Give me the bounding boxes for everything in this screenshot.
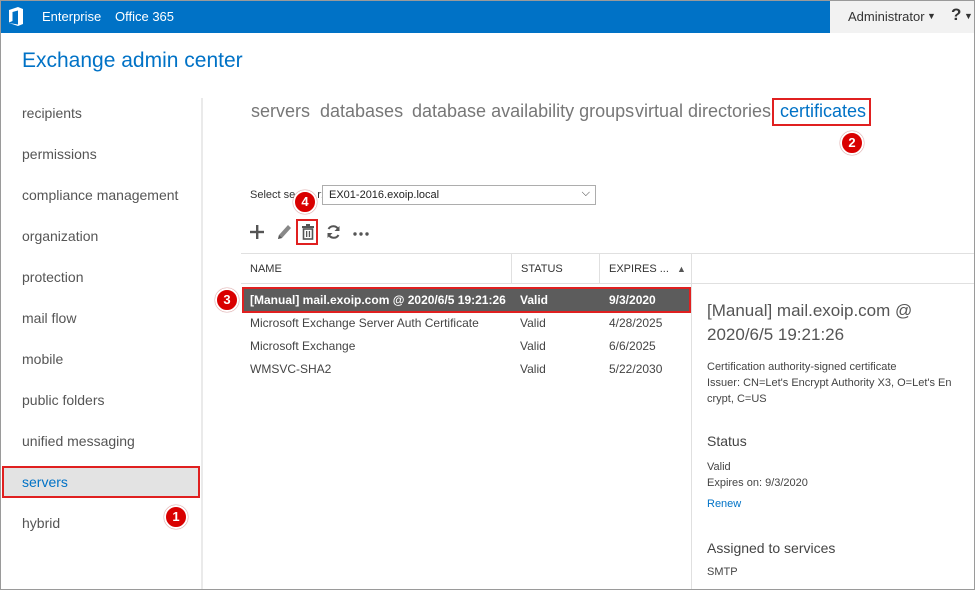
column-separator — [511, 254, 512, 284]
tab-certificates[interactable]: certificates — [780, 101, 866, 122]
annotation-badge-1: 1 — [164, 505, 188, 529]
chevron-down-icon[interactable]: ▼ — [964, 11, 973, 21]
cell-name: WMSVC-SHA2 — [250, 362, 332, 376]
sidebar-item-compliance-management[interactable]: compliance management — [22, 187, 178, 203]
table-row[interactable]: WMSVC-SHA2 Valid 5/22/2030 — [242, 358, 691, 380]
cell-name: Microsoft Exchange — [250, 339, 356, 353]
status-value: Valid — [707, 461, 731, 473]
tab-virtual-directories[interactable]: virtual directories — [635, 101, 771, 122]
cell-expires: 5/22/2030 — [609, 362, 663, 376]
issuer-text: crypt, C=US — [707, 393, 767, 405]
sidebar-item-hybrid[interactable]: hybrid — [22, 515, 60, 531]
top-bar: Enterprise Office 365 Administrator ▼ ? … — [0, 0, 975, 33]
edit-icon[interactable] — [275, 222, 292, 242]
delete-icon[interactable] — [299, 222, 317, 242]
details-title-line: 2020/6/5 19:21:26 — [707, 325, 845, 344]
sidebar-item-mobile[interactable]: mobile — [22, 351, 63, 367]
refresh-icon[interactable] — [325, 222, 342, 242]
sort-ascending-icon[interactable]: ▲ — [677, 264, 686, 274]
column-status[interactable]: STATUS — [521, 263, 563, 275]
table-row[interactable]: Microsoft Exchange Server Auth Certifica… — [242, 312, 691, 334]
cell-name: [Manual] mail.exoip.com @ 2020/6/5 19:21… — [250, 293, 506, 307]
column-separator — [691, 254, 692, 284]
certificate-type: Certification authority-signed certifica… — [707, 361, 897, 373]
sidebar-item-organization[interactable]: organization — [22, 228, 98, 244]
cell-expires: 6/6/2025 — [609, 339, 656, 353]
annotation-badge-4: 4 — [293, 190, 317, 214]
more-icon[interactable] — [352, 222, 370, 242]
server-select[interactable]: EX01-2016.exoip.local ⌵ — [322, 185, 596, 205]
annotation-badge-2: 2 — [840, 131, 864, 155]
sidebar-item-unified-messaging[interactable]: unified messaging — [22, 433, 135, 449]
sidebar-item-recipients[interactable]: recipients — [22, 105, 82, 121]
app-title: Exchange admin center — [22, 49, 243, 72]
sidebar-item-mail-flow[interactable]: mail flow — [22, 310, 76, 326]
details-divider — [691, 284, 692, 590]
user-menu[interactable]: Administrator — [848, 9, 925, 24]
tab-servers[interactable]: servers — [251, 101, 310, 122]
column-name[interactable]: NAME — [250, 263, 282, 275]
sidebar-divider — [201, 98, 203, 590]
office-logo-icon[interactable] — [8, 7, 24, 26]
sidebar-item-protection[interactable]: protection — [22, 269, 83, 285]
cell-status: Valid — [520, 339, 546, 353]
cell-status: Valid — [520, 316, 546, 330]
status-info: Valid Expires on: 9/3/2020 — [707, 459, 808, 491]
tab-database-availability-groups[interactable]: database availability groups — [412, 101, 634, 122]
details-title-line: [Manual] mail.exoip.com @ — [707, 301, 913, 320]
cell-status: Valid — [520, 293, 549, 307]
chevron-down-icon: ⌵ — [581, 187, 590, 199]
tab-office-365[interactable]: Office 365 — [115, 9, 174, 24]
details-title: [Manual] mail.exoip.com @ 2020/6/5 19:21… — [707, 299, 912, 347]
tab-databases[interactable]: databases — [320, 101, 403, 122]
add-icon[interactable] — [249, 222, 265, 242]
sidebar-item-servers[interactable]: servers — [22, 474, 68, 490]
annotation-badge-3: 3 — [215, 288, 239, 312]
chevron-down-icon[interactable]: ▼ — [927, 11, 936, 21]
user-area: Administrator ▼ ? ▼ — [830, 0, 975, 33]
table-row[interactable]: Microsoft Exchange Valid 6/6/2025 — [242, 335, 691, 357]
renew-link[interactable]: Renew — [707, 498, 741, 510]
cell-name: Microsoft Exchange Server Auth Certifica… — [250, 316, 479, 330]
issuer-text: Issuer: CN=Let's Encrypt Authority X3, O… — [707, 377, 952, 389]
table-row[interactable]: [Manual] mail.exoip.com @ 2020/6/5 19:21… — [242, 289, 691, 311]
sidebar-item-permissions[interactable]: permissions — [22, 146, 97, 162]
services-heading: Assigned to services — [707, 540, 836, 556]
cell-status: Valid — [520, 362, 546, 376]
cell-expires: 9/3/2020 — [609, 293, 656, 307]
services-value: SMTP — [707, 566, 738, 578]
status-heading: Status — [707, 433, 747, 449]
details-info: Certification authority-signed certifica… — [707, 359, 951, 407]
list-header: NAME STATUS EXPIRES ... ▲ — [241, 253, 975, 284]
cell-expires: 4/28/2025 — [609, 316, 663, 330]
column-expires[interactable]: EXPIRES ... — [609, 263, 669, 275]
server-select-value: EX01-2016.exoip.local — [329, 189, 440, 201]
sidebar-item-public-folders[interactable]: public folders — [22, 392, 105, 408]
expires-value: Expires on: 9/3/2020 — [707, 477, 808, 489]
column-separator — [599, 254, 600, 284]
tab-enterprise[interactable]: Enterprise — [42, 9, 101, 24]
help-button[interactable]: ? — [951, 5, 961, 25]
